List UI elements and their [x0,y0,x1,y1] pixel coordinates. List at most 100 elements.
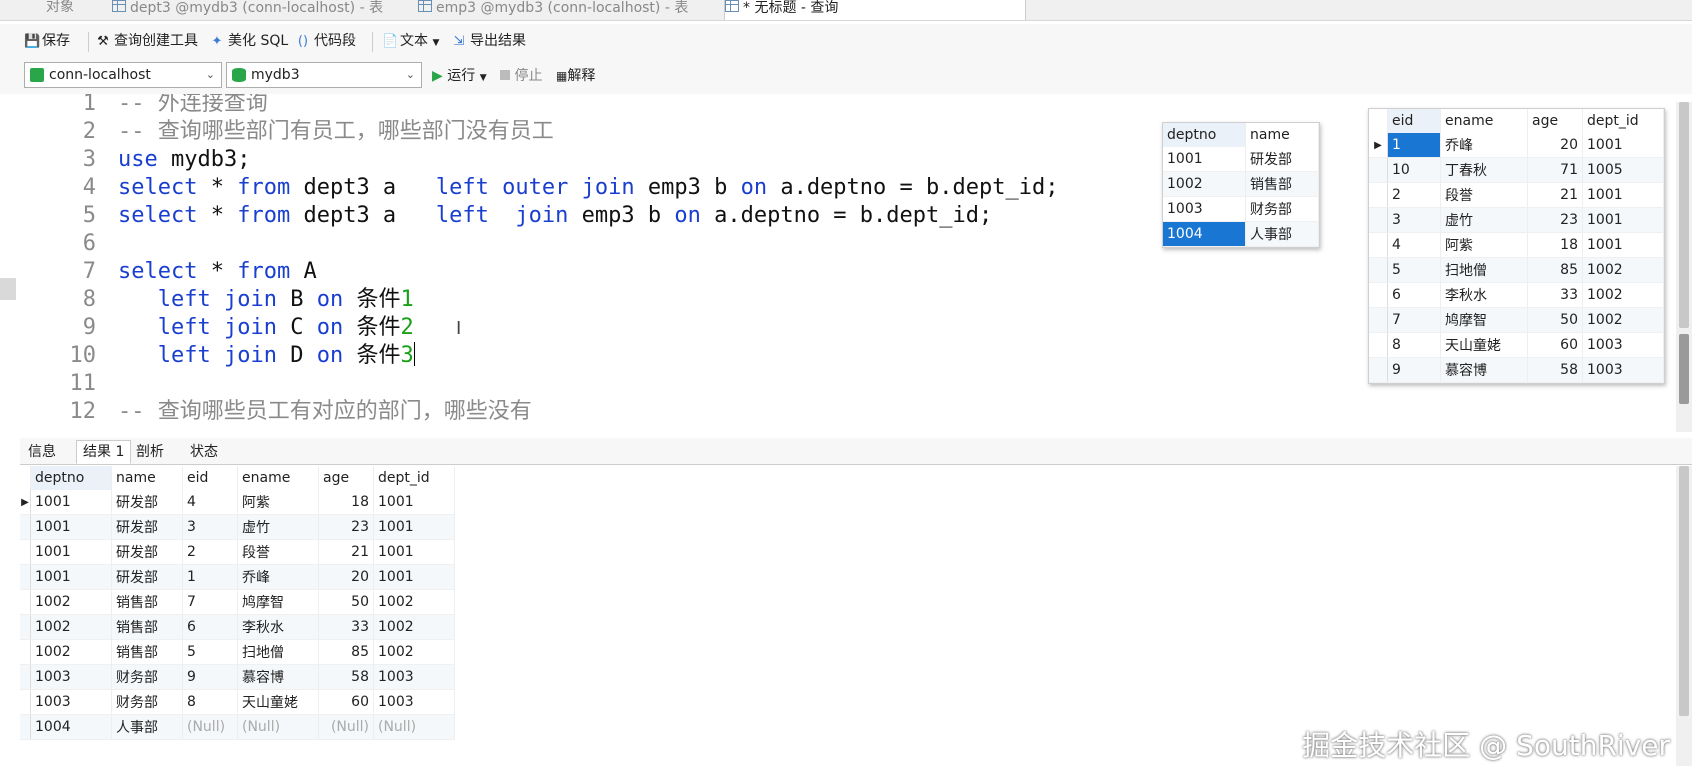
row-pointer-icon: ▶ [20,490,31,515]
tab-status[interactable]: 状态 [184,441,224,463]
table-row[interactable]: 1004 人事部 (Null) (Null) (Null) (Null) [20,714,455,740]
editor-scrollbar[interactable] [1676,102,1692,432]
table-row[interactable]: 4 阿紫 18 1001 [1369,232,1664,258]
hammer-icon: ⚒ [97,34,109,49]
stop-icon [500,70,510,80]
column-header[interactable]: eid [182,466,238,490]
export-results-button[interactable]: ⇲ 导出结果 [452,32,526,50]
save-icon: 💾 [24,34,41,49]
chevron-down-icon: ⌄ [205,68,215,81]
query-builder-button[interactable]: ⚒ 查询创建工具 [96,32,198,50]
table-icon [112,0,126,12]
connection-select[interactable]: conn-localhost ⌄ [24,62,222,88]
table-row[interactable]: 1003 财务部 9 慕容博 58 1003 [20,664,455,690]
table-row[interactable]: 1002 销售部 7 鸠摩智 50 1002 [20,589,455,615]
table-row[interactable]: 1001 研发部 1 乔峰 20 1001 [20,564,455,590]
dept3-grid: deptno name 1001 研发部 1002 销售部 1003 财务部 1004… [1163,123,1319,247]
code-snippet-button[interactable]: () 代码段 [296,32,356,50]
line-number: 3 [82,147,96,172]
tab-dept3-table[interactable]: dept3 @mydb3 (conn-localhost) - 表 [112,0,412,20]
table-row[interactable]: 5 扫地僧 85 1002 [1369,257,1664,283]
line-number: 2 [82,119,96,144]
explain-button[interactable]: ▦解释 [556,68,595,84]
beautify-sql-button[interactable]: ✦ 美化 SQL [210,32,289,50]
result-scrollbar[interactable] [1676,466,1692,766]
table-row[interactable]: 1002 销售部 6 李秋水 33 1002 [20,614,455,640]
column-header[interactable]: age [318,466,374,490]
dept3-table-popup[interactable]: deptno name 1001 研发部 1002 销售部 1003 财务部 1004… [1162,122,1320,248]
code-line: -- 外连接查询 [118,94,268,118]
row-pointer-icon: ▶ [1369,133,1388,158]
tab-untitled-query[interactable]: * 无标题 - 查询 [724,0,1026,20]
tab-emp3-table[interactable]: emp3 @mydb3 (conn-localhost) - 表 [418,0,718,20]
table-row[interactable]: 2 段誉 21 1001 [1369,182,1664,208]
column-header[interactable]: age [1527,109,1583,133]
code-line: -- 查询哪些部门有员工，哪些部门没有员工 [118,118,554,146]
column-header[interactable]: deptno [30,466,112,490]
column-header[interactable]: eid [1387,109,1441,133]
stop-button[interactable]: 停止 [500,68,542,84]
table-row[interactable]: 1001 研发部 3 虚竹 23 1001 [20,514,455,540]
line-number: 10 [69,343,97,368]
result-grid: deptno name eid ename age dept_id ▶ 1001 研… [20,466,455,740]
line-number: 4 [82,175,96,200]
database-select[interactable]: mydb3 ⌄ [226,62,422,88]
table-icon [418,0,432,12]
query-icon [725,0,739,12]
table-row[interactable]: ▶ 1 乔峰 20 1001 [1369,133,1664,158]
code-line: select * from dept3 a left outer join em… [118,175,1059,200]
line-number: 12 [69,399,97,424]
table-row[interactable]: 7 鸠摩智 50 1002 [1369,307,1664,333]
table-row[interactable]: 8 天山童姥 60 1003 [1369,332,1664,358]
tab-bar: 对象 dept3 @mydb3 (conn-localhost) - 表 emp… [0,0,1692,21]
column-header[interactable]: name [111,466,183,490]
code-line: use mydb3; [118,147,251,172]
scrollbar-thumb[interactable] [1679,466,1689,716]
code-line: select * from A [118,259,317,284]
column-header[interactable]: ename [237,466,319,490]
column-header[interactable]: ename [1440,109,1528,133]
table-row[interactable]: 1003 财务部 [1163,196,1319,222]
table-row[interactable]: 1002 销售部 5 扫地僧 85 1002 [20,639,455,665]
column-header[interactable]: name [1245,123,1319,147]
scrollbar-thumb[interactable] [1679,102,1689,328]
line-number: 5 [82,203,96,228]
database-icon [232,68,246,82]
braces-icon: () [297,34,309,49]
result-grid-container[interactable]: deptno name eid ename age dept_id ▶ 1001 研… [20,466,455,740]
divider [372,32,373,52]
divider [88,32,89,52]
emp3-grid: eid ename age dept_id ▶ 1 乔峰 20 1001 10 丁春秋 71… [1369,109,1664,383]
column-header[interactable]: dept_id [1582,109,1664,133]
ibeam-cursor-icon: I [456,318,462,339]
selected-cell[interactable]: 1004 [1163,221,1246,247]
tab-objects[interactable]: 对象 [46,0,106,20]
table-row[interactable]: 1002 销售部 [1163,171,1319,197]
table-row[interactable]: 1001 研发部 [1163,147,1319,172]
run-button[interactable]: ▶ 运行 ▼ [432,68,487,86]
table-row[interactable]: 9 慕容博 58 1003 [1369,357,1664,383]
table-row[interactable]: 6 李秋水 33 1002 [1369,282,1664,308]
table-row[interactable]: 1004 人事部 [1163,221,1319,247]
column-header[interactable]: deptno [1163,123,1246,147]
tab-profile[interactable]: 剖析 [130,441,170,463]
tab-label: dept3 @mydb3 (conn-localhost) - 表 [130,0,384,16]
line-number: 11 [69,371,97,396]
table-row[interactable]: 1001 研发部 2 段誉 21 1001 [20,539,455,565]
dropdown-icon: ▼ [432,38,440,48]
table-row[interactable]: 1003 财务部 8 天山童姥 60 1003 [20,689,455,715]
tab-result-1[interactable]: 结果 1 [76,440,132,464]
tab-info[interactable]: 信息 [22,441,62,463]
save-button[interactable]: 💾 保存 [24,32,70,50]
text-button[interactable]: 📄 文本 ▼ [382,32,439,50]
emp3-table-popup[interactable]: eid ename age dept_id ▶ 1 乔峰 20 1001 10 丁春秋 71… [1368,108,1665,384]
code-line: left join C on 条件2 [157,315,414,340]
scrollbar-thumb[interactable] [1679,334,1689,404]
table-row[interactable]: 3 虚竹 23 1001 [1369,207,1664,233]
splitter-handle[interactable] [0,278,16,300]
code-comment: -- 查询哪些部门有员工，哪些部门没有员工 [118,119,554,144]
table-row[interactable]: 10 丁春秋 71 1005 [1369,157,1664,183]
column-header[interactable]: dept_id [373,466,455,490]
table-row[interactable]: ▶ 1001 研发部 4 阿紫 18 1001 [20,490,455,515]
line-number: 6 [82,231,96,256]
